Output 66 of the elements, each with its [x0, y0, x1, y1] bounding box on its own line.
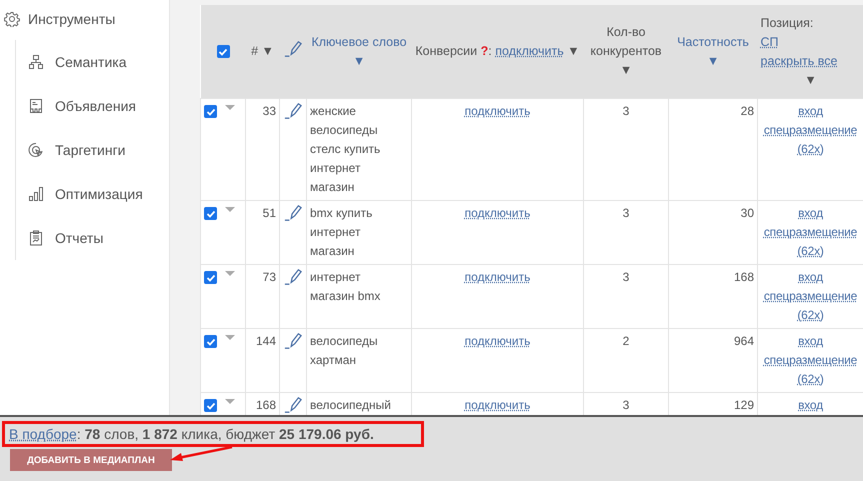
row-number: 33 — [262, 104, 276, 118]
checkbox[interactable] — [216, 45, 230, 58]
add-to-mediaplan-button[interactable]: ДОБАВИТЬ В МЕДИАПЛАН — [10, 449, 172, 471]
dropdown-caret-icon[interactable] — [225, 399, 235, 404]
competitors-cell: 3 — [622, 398, 630, 412]
frequency-cell: 28 — [740, 104, 754, 118]
competitors-cell: 2 — [622, 334, 630, 348]
keyword-cell: женские велосипеды стелс купить интернет магазин — [310, 104, 380, 194]
row-number: 144 — [256, 334, 276, 348]
connect-link[interactable]: подключить — [495, 44, 564, 58]
sp-link[interactable]: СП — [760, 34, 779, 48]
sort-arrow[interactable]: ▼ — [760, 70, 860, 90]
checkbox[interactable] — [204, 207, 217, 220]
column-header[interactable]: # ▼ — [251, 42, 274, 61]
hierarchy-icon — [28, 54, 44, 70]
help-mark[interactable]: ? — [480, 44, 488, 58]
sidebar-item[interactable]: Оптимизация — [55, 186, 143, 202]
checkbox[interactable] — [204, 399, 217, 412]
pencil-icon[interactable] — [284, 268, 302, 286]
keyword-cell: велосипедный — [310, 398, 391, 412]
pencil-icon[interactable] — [284, 204, 302, 222]
checkbox[interactable] — [204, 271, 217, 284]
row-number: 73 — [262, 270, 276, 284]
column-header: Конверсии — [415, 43, 478, 60]
connect-link[interactable]: подключить — [464, 206, 530, 220]
checkbox[interactable] — [204, 335, 217, 348]
pencil-icon[interactable] — [284, 396, 302, 414]
dropdown-caret-icon[interactable] — [225, 207, 235, 212]
frequency-cell: 30 — [740, 206, 754, 220]
dropdown-caret-icon[interactable] — [225, 105, 235, 110]
sidebar-item[interactable]: Отчеты — [55, 230, 104, 246]
target-cursor-icon — [28, 142, 44, 158]
separator-text: : — [488, 44, 492, 58]
checkbox[interactable] — [204, 105, 217, 118]
pencil-icon[interactable] — [284, 40, 302, 58]
competitors-cell: 3 — [622, 104, 630, 118]
row-number: 51 — [262, 206, 276, 220]
competitors-cell: 3 — [622, 270, 630, 284]
keyword-cell: велосипеды хартман — [310, 334, 378, 367]
pencil-icon[interactable] — [284, 332, 302, 350]
summary-text: В подборе: 78 слов, 1 872 клика, бюджет 25 179.06 руб. — [9, 426, 374, 442]
sidebar-item[interactable]: Таргетинги — [55, 142, 126, 158]
expand-all-link[interactable]: раскрыть все — [760, 54, 838, 68]
frequency-cell: 129 — [734, 398, 754, 412]
frequency-cell: 168 — [734, 270, 754, 284]
pencil-icon[interactable] — [284, 102, 302, 120]
connect-link[interactable]: подключить — [464, 334, 530, 348]
sidebar-section-title[interactable]: Инструменты — [28, 11, 116, 27]
dropdown-caret-icon[interactable] — [225, 335, 235, 340]
gear-icon — [4, 11, 20, 27]
column-header: Позиция: — [760, 14, 814, 32]
connect-link[interactable]: подключить — [464, 104, 530, 118]
sidebar-item[interactable]: Объявления — [55, 98, 136, 114]
row-number: 168 — [256, 398, 276, 412]
competitors-cell: 3 — [622, 206, 630, 220]
clipboard-icon — [28, 230, 44, 246]
bar-chart-icon — [28, 186, 44, 202]
keyword-cell: интернет магазин bmx — [310, 270, 380, 303]
selection-link[interactable]: В подборе — [9, 426, 77, 442]
connect-link[interactable]: подключить — [464, 270, 530, 284]
keyword-cell: bmx купить интернет магазин — [310, 206, 372, 258]
dropdown-caret-icon[interactable] — [225, 271, 235, 276]
frequency-cell: 964 — [734, 334, 754, 348]
sidebar-item[interactable]: Семантика — [55, 54, 126, 70]
sort-arrow[interactable]: ▼ — [567, 44, 580, 58]
document-icon — [28, 98, 44, 114]
